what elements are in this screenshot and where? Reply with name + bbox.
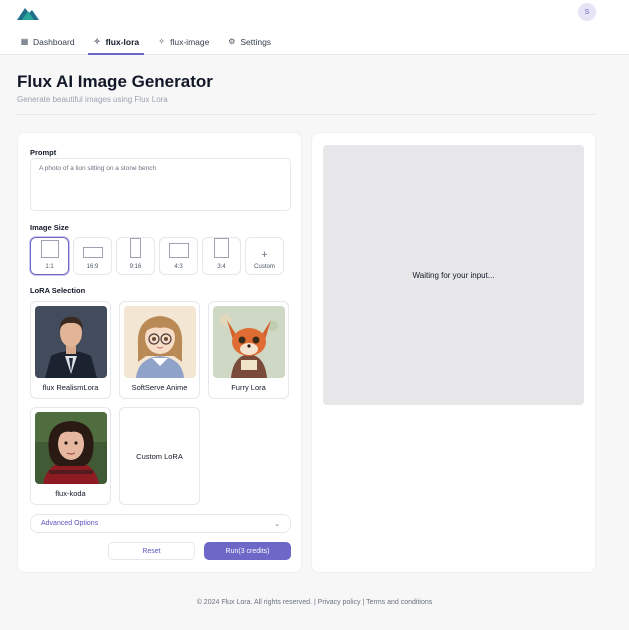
grid-icon: ▦ xyxy=(20,37,29,46)
tab-label: flux-lora xyxy=(105,36,140,47)
lora-name: SoftServe Anime xyxy=(131,383,188,392)
lora-name: flux RealismLora xyxy=(42,383,99,392)
tab-label: flux-image xyxy=(170,36,210,47)
output-panel: Waiting for your input... xyxy=(311,132,596,573)
lora-name: Furry Lora xyxy=(231,383,266,392)
aspect-shape xyxy=(130,238,141,258)
size-label: 9:16 xyxy=(129,264,142,270)
size-option-custom[interactable]: + Custom xyxy=(245,237,284,275)
size-label: 16:9 xyxy=(86,264,99,270)
terms-link[interactable]: Terms and conditions xyxy=(366,599,432,606)
page-title: Flux AI Image Generator xyxy=(17,72,213,91)
lora-thumbnail xyxy=(35,412,107,484)
lora-selection-label: LoRA Selection xyxy=(30,286,86,295)
avatar[interactable]: S xyxy=(578,3,596,21)
tab-settings[interactable]: ⚙ Settings xyxy=(222,30,276,55)
divider xyxy=(17,114,596,115)
main-nav: ▦ Dashboard ✧ flux-lora ✧ flux-image ⚙ S… xyxy=(15,30,284,55)
aspect-shape xyxy=(40,240,59,258)
chevron-down-icon: ⌄ xyxy=(274,520,280,528)
prompt-input[interactable]: A photo of a lion sitting on a stone ben… xyxy=(30,158,291,211)
image-size-label: Image Size xyxy=(30,223,69,232)
tab-label: Settings xyxy=(240,36,272,47)
aspect-shape xyxy=(214,238,229,258)
size-label: 1:1 xyxy=(45,264,54,270)
aspect-shape xyxy=(168,243,189,258)
plus-icon: + xyxy=(261,249,268,261)
page-subtitle: Generate beautiful images using Flux Lor… xyxy=(17,95,168,104)
lora-card-furry[interactable]: Furry Lora xyxy=(208,301,289,399)
waiting-text: Waiting for your input... xyxy=(412,270,495,280)
tab-dashboard[interactable]: ▦ Dashboard xyxy=(15,30,80,55)
tab-flux-lora[interactable]: ✧ flux-lora xyxy=(87,30,145,55)
size-option-4-3[interactable]: 4:3 xyxy=(159,237,198,275)
prompt-label: Prompt xyxy=(30,148,57,157)
lora-thumbnail xyxy=(213,306,285,378)
lora-card-custom[interactable]: Custom LoRA xyxy=(119,407,200,505)
size-label: 3:4 xyxy=(217,264,226,270)
size-option-1-1[interactable]: 1:1 xyxy=(30,237,69,275)
tab-flux-image[interactable]: ✧ flux-image xyxy=(152,30,214,55)
top-bar: S ▦ Dashboard ✧ flux-lora ✧ flux-image ⚙… xyxy=(0,0,629,55)
advanced-options-toggle[interactable]: Advanced Options ⌄ xyxy=(30,514,291,533)
footer-separator: | xyxy=(362,599,365,606)
size-label: 4:3 xyxy=(174,264,183,270)
privacy-policy-link[interactable]: Privacy policy xyxy=(318,599,361,606)
lora-name: flux-koda xyxy=(55,489,86,498)
wand-icon: ✧ xyxy=(93,37,101,46)
prompt-placeholder: A photo of a lion sitting on a stone ben… xyxy=(39,165,157,172)
advanced-options-label: Advanced Options xyxy=(41,520,99,527)
output-placeholder: Waiting for your input... xyxy=(323,145,584,405)
size-option-16-9[interactable]: 16:9 xyxy=(73,237,112,275)
reset-button[interactable]: Reset xyxy=(108,542,195,560)
image-size-options: 1:1 16:9 9:16 4:3 3:4 + Custom xyxy=(30,237,284,275)
wand-icon: ✧ xyxy=(158,37,165,46)
logo-icon[interactable] xyxy=(17,4,39,20)
footer: © 2024 Flux Lora. All rights reserved. |… xyxy=(0,599,629,606)
lora-thumbnail xyxy=(124,306,196,378)
run-button[interactable]: Run(3 credits) xyxy=(204,542,291,560)
copyright-text: © 2024 Flux Lora. All rights reserved. xyxy=(196,599,312,606)
tab-label: Dashboard xyxy=(33,36,75,47)
gear-icon: ⚙ xyxy=(228,37,236,46)
generator-form: Prompt A photo of a lion sitting on a st… xyxy=(17,132,302,573)
size-label: Custom xyxy=(254,264,275,270)
lora-card-realism[interactable]: flux RealismLora xyxy=(30,301,111,399)
footer-separator: | xyxy=(313,599,316,606)
size-option-3-4[interactable]: 3:4 xyxy=(202,237,241,275)
size-option-9-16[interactable]: 9:16 xyxy=(116,237,155,275)
lora-name: Custom LoRA xyxy=(136,451,183,461)
lora-card-softserve-anime[interactable]: SoftServe Anime xyxy=(119,301,200,399)
lora-card-flux-koda[interactable]: flux-koda xyxy=(30,407,111,505)
lora-thumbnail xyxy=(35,306,107,378)
aspect-shape xyxy=(82,247,103,258)
